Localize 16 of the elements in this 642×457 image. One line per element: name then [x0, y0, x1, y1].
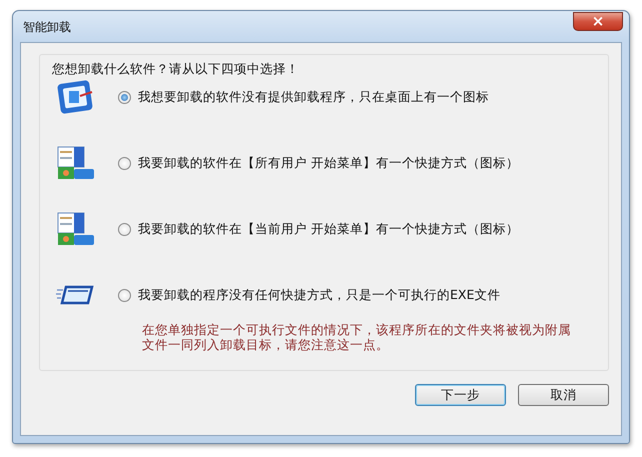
window-title: 智能卸载: [23, 19, 71, 36]
radio-button[interactable]: [118, 222, 131, 236]
close-button[interactable]: ×: [573, 12, 623, 31]
start-menu-icon: [56, 145, 96, 181]
radio-button[interactable]: [118, 288, 131, 302]
warning-text: 在您单独指定一个可执行文件的情况下，该程序所在的文件夹将被视为附属文件一同列入卸载目标，请您注意这一点。: [142, 322, 572, 352]
option-label[interactable]: 我要卸载的软件在【当前用户 开始菜单】有一个快捷方式（图标）: [138, 220, 519, 238]
cancel-button[interactable]: 取消: [518, 384, 609, 406]
next-button[interactable]: 下一步: [415, 384, 506, 406]
start-menu-icon: [56, 211, 96, 247]
radio-button[interactable]: [118, 156, 131, 170]
question-text: 您想卸载什么软件？请从以下四项中选择！: [52, 61, 300, 78]
option-label[interactable]: 我要卸载的程序没有任何快捷方式，只是一个可执行的EXE文件: [138, 286, 500, 304]
option-label[interactable]: 我要卸载的软件在【所有用户 开始菜单】有一个快捷方式（图标）: [138, 154, 519, 172]
radio-button[interactable]: [118, 90, 131, 104]
option-label[interactable]: 我想要卸载的软件没有提供卸载程序，只在桌面上有一个图标: [138, 88, 489, 106]
